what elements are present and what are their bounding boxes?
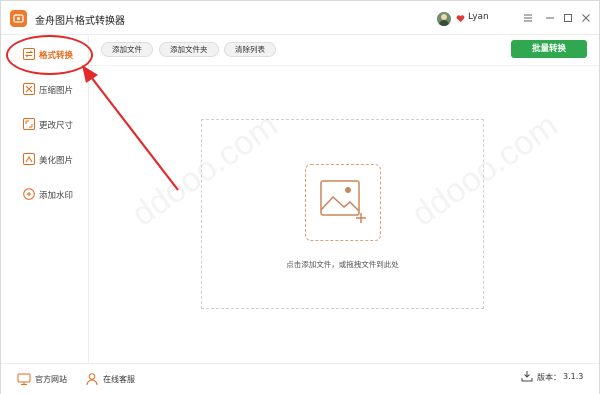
vip-heart-icon: [456, 15, 465, 23]
sidebar-item-label: 更改尺寸: [39, 121, 74, 131]
version-label: 版本：: [537, 373, 561, 382]
add-file-button[interactable]: 添加文件: [101, 42, 153, 57]
batch-convert-button[interactable]: 批量转换: [511, 40, 587, 58]
menu-icon[interactable]: [521, 11, 535, 25]
sidebar-item-label: 添加水印: [39, 191, 74, 201]
add-image-button[interactable]: [305, 164, 381, 241]
minimize-icon[interactable]: [543, 11, 557, 25]
sidebar-item-label: 压缩图片: [39, 86, 74, 96]
app-logo-icon: [10, 10, 27, 27]
official-website-label: 官方网站: [35, 375, 67, 384]
app-window: 金舟图片格式转换器 Lyan 格式转换 压缩图片 更改尺寸 美化图片 添加水印 …: [0, 0, 600, 394]
user-name[interactable]: Lyan: [468, 12, 489, 22]
app-title: 金舟图片格式转换器: [35, 16, 125, 27]
version-value: 3.1.3: [563, 372, 584, 381]
close-icon[interactable]: [579, 11, 593, 25]
drop-zone[interactable]: 点击添加文件，或拖拽文件到此处: [201, 119, 484, 309]
clear-list-button[interactable]: 清除列表: [224, 42, 276, 57]
add-folder-button[interactable]: 添加文件夹: [159, 42, 219, 57]
online-support-label: 在线客服: [103, 375, 135, 384]
add-image-icon: [320, 180, 366, 223]
watermark-icon: [23, 188, 35, 200]
annotation-arrow-icon: [82, 65, 179, 191]
support-person-icon: [86, 373, 98, 386]
toolbar: 添加文件 添加文件夹 清除列表 批量转换: [90, 36, 599, 66]
user-avatar[interactable]: [437, 12, 451, 26]
footer: 官方网站 在线客服: [1, 363, 599, 394]
title-bar: 金舟图片格式转换器 Lyan: [1, 1, 599, 35]
sidebar-item-label: 美化图片: [39, 156, 74, 166]
resize-icon: [23, 118, 35, 130]
compress-icon: [23, 83, 35, 95]
drop-hint: 点击添加文件，或拖拽文件到此处: [286, 260, 399, 269]
download-icon[interactable]: [521, 370, 533, 382]
beautify-icon: [23, 153, 35, 165]
maximize-icon[interactable]: [561, 11, 575, 25]
monitor-icon: [17, 373, 31, 385]
